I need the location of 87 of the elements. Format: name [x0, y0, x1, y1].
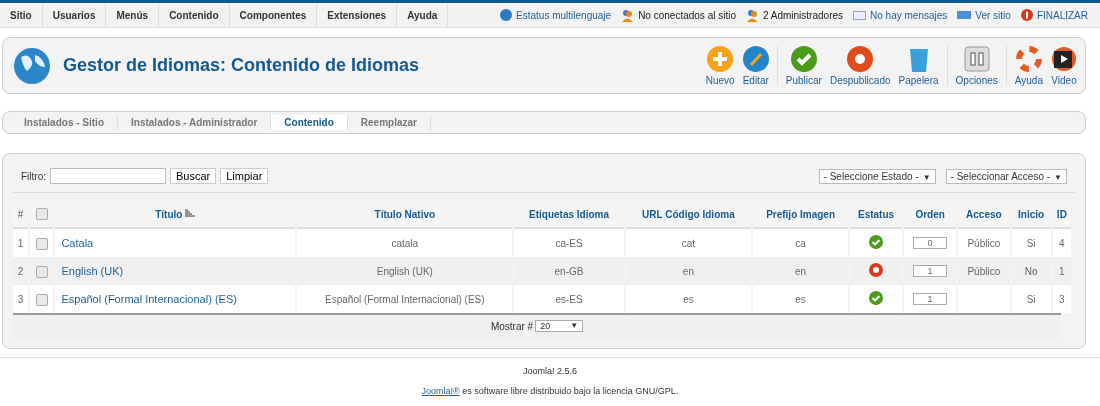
- order-input[interactable]: 1: [913, 293, 948, 306]
- lifebuoy-icon: [1015, 45, 1042, 72]
- table-cell-text: Público: [966, 264, 1002, 279]
- page-title: Gestor de Idiomas: Contenido de Idiomas: [63, 55, 421, 76]
- globe-icon: [13, 46, 51, 85]
- toolbar-button[interactable]: Publicar: [781, 45, 826, 86]
- users-icon: [621, 8, 635, 22]
- status-link[interactable]: No hay mensajes: [870, 9, 948, 21]
- table-cell-text: Si: [1025, 236, 1037, 251]
- filter-label: Filtro:: [21, 170, 46, 182]
- table-cell-text: ca-ES: [554, 236, 584, 251]
- checkmark-icon: [790, 45, 817, 72]
- row-checkbox[interactable]: [35, 293, 48, 306]
- license-text: Joomla!® es software libre distribuido bajo la licencia GNU/GPL.: [421, 386, 679, 397]
- tab[interactable]: Contenido: [271, 115, 348, 130]
- table-cell-text: es: [794, 292, 807, 307]
- table-cell-text: en-GB: [553, 264, 585, 279]
- plus-icon: [707, 45, 734, 72]
- access-select[interactable]: - Seleccionar Acceso - ▼: [945, 168, 1067, 184]
- row-checkbox[interactable]: [35, 237, 48, 250]
- joomla-link[interactable]: Joomla!®: [421, 386, 460, 397]
- exclamation-icon: [1020, 9, 1033, 21]
- table-cell-text: English (UK): [375, 264, 434, 279]
- envelope-icon: [853, 9, 867, 21]
- toolbar-button[interactable]: Ayuda: [1010, 45, 1047, 86]
- table-cell-text: 1: [1058, 264, 1066, 279]
- unpublished-icon[interactable]: [869, 263, 884, 278]
- language-link[interactable]: English (UK): [55, 257, 296, 286]
- menu-item[interactable]: Menús: [106, 3, 160, 27]
- language-link[interactable]: Catala: [55, 229, 296, 258]
- menu-item[interactable]: Sitio: [0, 3, 43, 27]
- stop-icon: [847, 45, 874, 72]
- toolbar-button[interactable]: Editar: [738, 45, 773, 86]
- state-select[interactable]: - Seleccione Estado - ▼: [818, 168, 936, 184]
- table-cell-text: Público: [966, 236, 1002, 251]
- menu-item[interactable]: Extensiones: [317, 3, 398, 27]
- status-text: 2 Administradores: [763, 9, 844, 21]
- menu-item[interactable]: Componentes: [229, 3, 318, 27]
- show-label: Mostrar #: [490, 320, 534, 332]
- table-cell-text: Si: [1025, 292, 1037, 307]
- order-input[interactable]: 0: [913, 237, 948, 250]
- row-number: 2: [16, 264, 25, 279]
- toolbar-button[interactable]: Video: [1047, 45, 1081, 86]
- row-number: 1: [16, 236, 25, 251]
- status-link[interactable]: FINALIZAR: [1036, 9, 1088, 21]
- options-icon: [963, 45, 990, 72]
- table-cell-text: cat: [680, 236, 697, 251]
- monitor-icon: [957, 10, 972, 20]
- table-cell-text: es-ES: [554, 292, 584, 307]
- users-icon: [746, 8, 759, 22]
- toolbar-button[interactable]: Despublicado: [825, 45, 895, 86]
- menu-item[interactable]: Contenido: [159, 3, 230, 27]
- table-cell-text: catala: [390, 236, 420, 251]
- clear-button[interactable]: Limpiar: [220, 168, 269, 184]
- page-size-select[interactable]: 20 ▼: [535, 320, 584, 333]
- table-cell-text: es: [682, 292, 695, 307]
- table-cell-text: en: [681, 264, 695, 279]
- film-icon: [1051, 45, 1077, 72]
- search-button[interactable]: Buscar: [170, 168, 217, 184]
- sort-icon: [185, 208, 196, 218]
- table-cell-text: 3: [1058, 292, 1066, 307]
- order-input[interactable]: 1: [913, 265, 948, 278]
- status-text: No conectados al sitio: [638, 9, 736, 21]
- status-link[interactable]: Ver sitio: [975, 9, 1011, 21]
- pencil-icon: [742, 45, 769, 72]
- published-icon[interactable]: [869, 235, 884, 250]
- filter-input[interactable]: [50, 168, 166, 184]
- toolbar-button[interactable]: Opciones: [951, 45, 1002, 86]
- tab[interactable]: Instalados - Sitio: [11, 115, 118, 130]
- status-link[interactable]: Estatus multilenguaje: [516, 9, 612, 21]
- menu-item[interactable]: Usuarios: [42, 3, 107, 27]
- tab[interactable]: Reemplazar: [347, 115, 431, 130]
- toolbar-button[interactable]: Papelera: [894, 45, 943, 86]
- language-link[interactable]: Español (Formal Internacional) (ES): [55, 285, 296, 314]
- version-text: Joomla! 2.5.6: [523, 366, 577, 377]
- table-cell-text: ca: [794, 236, 807, 251]
- row-checkbox[interactable]: [35, 265, 48, 278]
- published-icon[interactable]: [869, 291, 884, 306]
- toolbar-button[interactable]: Nuevo: [701, 45, 739, 86]
- table-cell-text: Español (Formal Internacional) (ES): [324, 292, 486, 307]
- menu-item[interactable]: Ayuda: [397, 3, 449, 27]
- table-cell-text: en: [794, 264, 808, 279]
- select-all-checkbox[interactable]: [35, 208, 48, 221]
- globe-icon: [500, 9, 513, 21]
- table-cell-text: 4: [1058, 236, 1066, 251]
- table-cell-text: No: [1023, 264, 1039, 279]
- row-number: 3: [16, 292, 25, 307]
